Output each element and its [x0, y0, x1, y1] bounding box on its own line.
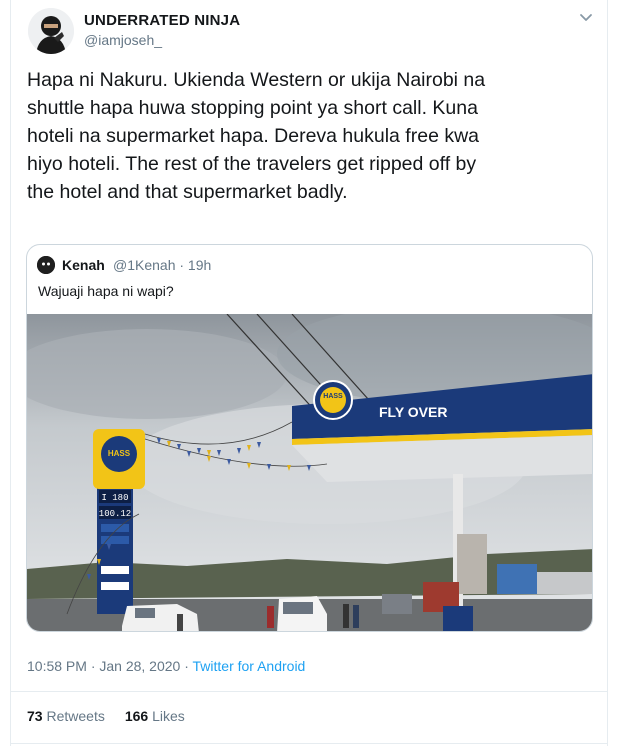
canopy-logo-text: HASS	[323, 393, 343, 400]
retweets-label: Retweets	[46, 708, 105, 724]
gas-station-photo[interactable]: FLY OVER HASS HASS I 180 100.12	[27, 314, 593, 632]
sign-logo-text: HASS	[108, 449, 131, 458]
likes-count: 166	[124, 708, 149, 724]
tweet-text: Hapa ni Nakuru. Ukienda Western or ukija…	[27, 69, 486, 203]
price-2: 100.12	[99, 509, 131, 519]
divider	[11, 691, 607, 692]
quoted-author-name[interactable]: Kenah	[62, 257, 105, 273]
price-1: I 180	[101, 493, 128, 503]
avatar-icon	[37, 256, 55, 274]
likes-stat[interactable]: 166 Likes	[125, 708, 185, 724]
divider	[11, 743, 607, 744]
author-display-name[interactable]: UNDERRATED NINJA	[84, 12, 240, 29]
likes-label: Likes	[152, 708, 185, 724]
ninja-avatar-icon	[28, 8, 74, 54]
tweet-time[interactable]: 10:58 PM · Jan 28, 2020 ·	[27, 658, 193, 674]
retweets-stat[interactable]: 73 Retweets	[27, 708, 105, 724]
author-avatar[interactable]	[28, 8, 74, 54]
tweet-stats: 73 Retweets 166 Likes	[27, 708, 185, 724]
retweets-count: 73	[27, 708, 43, 724]
tweet-source-link[interactable]: Twitter for Android	[193, 658, 306, 674]
quoted-author-avatar[interactable]	[37, 256, 55, 274]
author-handle[interactable]: @iamjoseh_	[84, 32, 162, 48]
tweet-timestamp: 10:58 PM · Jan 28, 2020 · Twitter for An…	[27, 658, 305, 674]
canopy-label: FLY OVER	[379, 404, 447, 420]
quoted-author-meta: @1Kenah · 19h	[113, 257, 212, 273]
quoted-tweet-text: Wajuaji hapa ni wapi?	[38, 283, 174, 299]
chevron-down-icon[interactable]	[578, 10, 594, 26]
quoted-tweet-card[interactable]: Kenah @1Kenah · 19h Wajuaji hapa ni wapi…	[26, 244, 593, 632]
